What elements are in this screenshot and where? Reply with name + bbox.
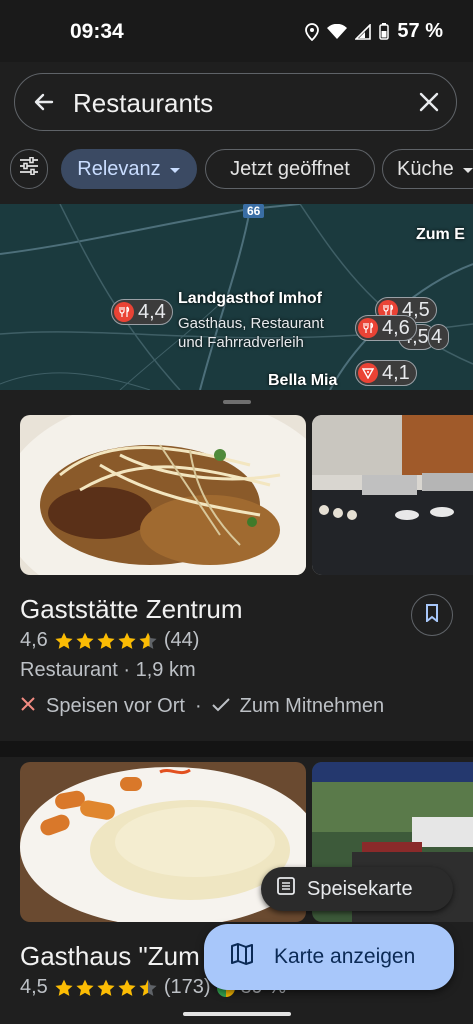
restaurant-icon [114, 302, 134, 322]
star-icon [139, 632, 157, 649]
rating-value: 4,6 [20, 629, 48, 651]
result-title[interactable]: Gaststätte Zentrum [20, 594, 243, 625]
result-title[interactable]: Gasthaus "Zum [20, 941, 200, 972]
service-separator: · [194, 695, 202, 717]
bookmark-icon [425, 603, 439, 627]
service-takeaway: Zum Mitnehmen [239, 695, 385, 717]
battery-percent: 57 % [397, 20, 443, 42]
map-icon [230, 942, 254, 972]
star-icon [97, 632, 115, 649]
rating-stars [54, 631, 158, 651]
open-now-chip-label: Jetzt geöffnet [230, 157, 350, 180]
cuisine-chip-label: Küche [397, 157, 454, 180]
drag-handle[interactable] [223, 400, 251, 404]
road-number-badge: 66 [243, 204, 265, 218]
result-category: Restaurant · 1,9 km [20, 659, 196, 681]
wifi-icon [327, 23, 348, 40]
service-dine-in: Speisen vor Ort [46, 695, 185, 717]
status-icons: 57 % [305, 20, 443, 43]
rating-stars [54, 978, 158, 998]
cross-icon [20, 695, 36, 718]
result-rating-row: 4,6 (44) [20, 629, 199, 652]
star-icon [76, 632, 94, 649]
map-pin[interactable]: 4 [428, 324, 450, 350]
sliders-icon [19, 156, 39, 181]
gesture-navbar [0, 1004, 473, 1024]
star-icon [118, 979, 136, 996]
review-count: (44) [163, 629, 200, 651]
result-divider [0, 741, 473, 757]
map-view[interactable]: 66 Zum E 4,4 Landgasthof Imhof Gasthaus,… [0, 204, 473, 390]
star-icon [139, 979, 157, 996]
map-pin[interactable]: 4,6 [355, 315, 417, 341]
show-map-button[interactable]: Karte anzeigen [204, 924, 454, 990]
search-bar[interactable]: Restaurants [14, 73, 457, 131]
restaurant-icon [358, 318, 378, 338]
filter-settings-button[interactable] [10, 149, 48, 189]
check-icon [211, 695, 230, 718]
back-arrow-icon[interactable] [32, 90, 56, 114]
status-bar: 09:34 57 % [0, 0, 473, 62]
pin-rating: 4,4 [138, 300, 166, 323]
pin-rating: 4,1 [382, 361, 410, 384]
star-icon [55, 979, 73, 996]
relevance-chip[interactable]: Relevanz [61, 149, 197, 189]
star-icon [55, 632, 73, 649]
map-pin[interactable]: 4,4 [111, 299, 173, 325]
cuisine-chip[interactable]: Küche [382, 149, 473, 189]
search-query[interactable]: Restaurants [73, 88, 213, 119]
close-icon[interactable] [418, 91, 440, 113]
show-map-label: Karte anzeigen [274, 945, 416, 968]
rating-value: 4,5 [20, 976, 48, 998]
star-icon [76, 979, 94, 996]
result-services: Speisen vor Ort · Zum Mitnehmen [20, 695, 384, 718]
relevance-chip-label: Relevanz [77, 157, 161, 180]
star-icon [118, 632, 136, 649]
status-time: 09:34 [70, 20, 124, 43]
cell-signal-icon [355, 23, 372, 40]
pin-rating: 4 [431, 325, 443, 348]
open-now-chip[interactable]: Jetzt geöffnet [205, 149, 375, 189]
menu-button-label: Speisekarte [307, 877, 413, 900]
menu-list-icon [277, 877, 295, 901]
menu-button[interactable]: Speisekarte [261, 867, 453, 911]
location-icon [305, 22, 320, 41]
map-pin[interactable]: 4,1 [355, 360, 417, 386]
dropdown-icon [169, 158, 181, 181]
home-indicator[interactable] [183, 1012, 291, 1016]
result-photo[interactable] [312, 415, 473, 575]
map-place-sublabel: und Fahrradverleih [178, 334, 304, 351]
filter-chips: Relevanz Jetzt geöffnet Küche [0, 149, 473, 191]
map-place-sublabel: Gasthaus, Restaurant [178, 315, 324, 332]
map-place-label: Zum E [416, 226, 465, 243]
pin-rating: 4,6 [382, 316, 410, 339]
star-icon [97, 979, 115, 996]
result-photo[interactable] [20, 415, 306, 575]
map-place-label[interactable]: Bella Mia [268, 372, 337, 390]
bookmark-button[interactable] [411, 594, 453, 636]
map-place-label[interactable]: Landgasthof Imhof [178, 290, 322, 308]
battery-icon [379, 23, 390, 40]
pizza-icon [358, 363, 378, 383]
review-count: (173) [163, 976, 211, 998]
dropdown-icon [462, 158, 473, 181]
